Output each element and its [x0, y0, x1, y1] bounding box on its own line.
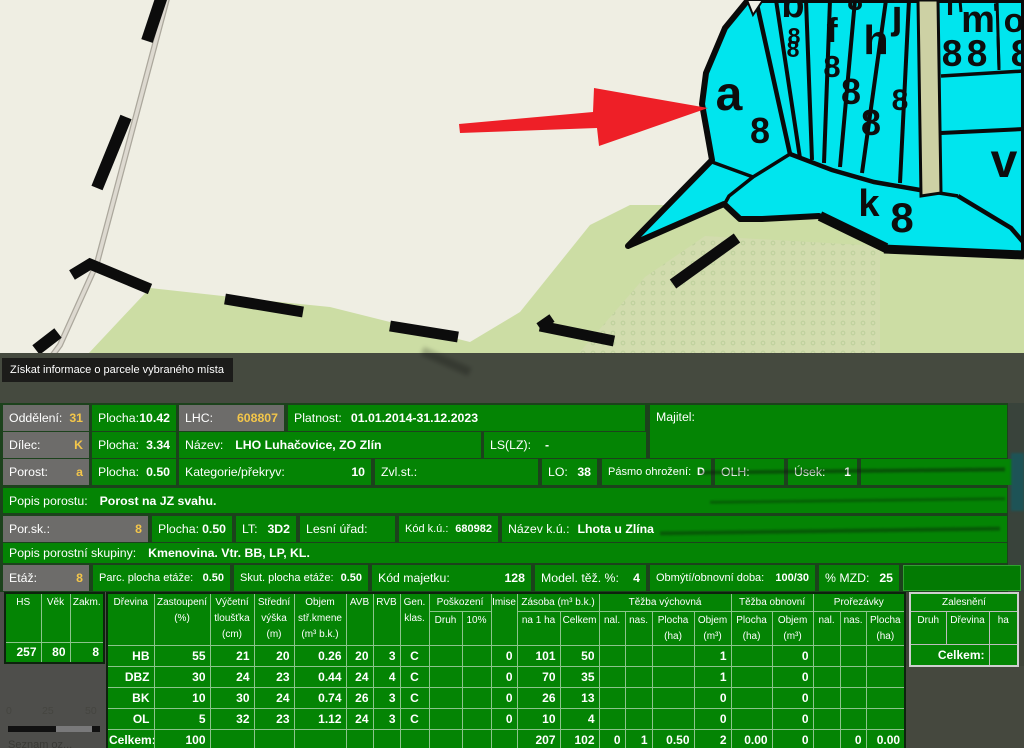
svg-text:': ' [992, 0, 999, 31]
svg-text:8: 8 [890, 194, 913, 241]
svg-text:j: j [890, 0, 902, 37]
svg-text:h: h [863, 17, 888, 63]
svg-text:f: f [826, 12, 838, 50]
svg-text:8: 8 [823, 49, 840, 84]
svg-text:8: 8 [967, 33, 988, 74]
svg-text:l: l [946, 0, 954, 22]
svg-text:a: a [716, 68, 743, 121]
svg-text:o: o [1004, 2, 1024, 40]
svg-text:8: 8 [787, 36, 800, 62]
svg-text:8: 8 [892, 84, 909, 117]
svg-text:k: k [858, 183, 880, 225]
svg-text:8: 8 [841, 71, 861, 112]
svg-text:v: v [991, 135, 1018, 188]
svg-text:8: 8 [847, 0, 863, 16]
svg-text:8: 8 [750, 110, 770, 151]
svg-text:8: 8 [861, 102, 881, 143]
svg-text:8: 8 [942, 33, 963, 74]
